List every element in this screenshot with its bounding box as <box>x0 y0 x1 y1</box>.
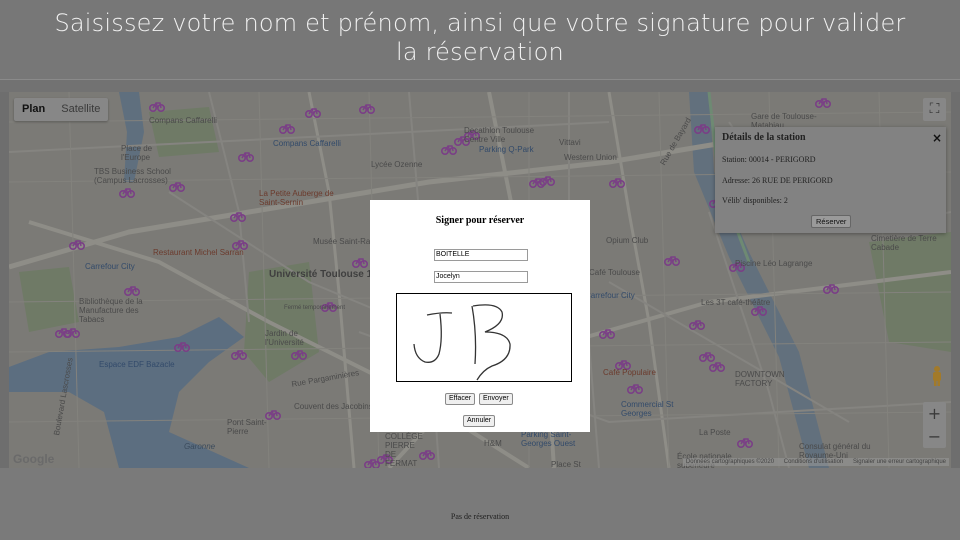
map-label-cafe-populaire: Café Populaire <box>603 368 656 377</box>
map-label-hm: H&M <box>484 439 502 448</box>
map-type-plan-button[interactable]: Plan <box>14 98 53 121</box>
bike-marker-icon[interactable] <box>119 186 135 198</box>
bike-marker-icon[interactable] <box>230 210 246 222</box>
bike-marker-icon[interactable] <box>238 150 254 162</box>
google-logo: Google <box>13 452 55 466</box>
page-header: Saisissez votre nom et prénom, ainsi que… <box>0 0 960 80</box>
map-label-cimetiere: Cimetière de Terre Cabade <box>871 234 937 252</box>
bike-marker-icon[interactable] <box>305 106 321 118</box>
bike-marker-icon[interactable] <box>689 318 705 330</box>
bike-marker-icon[interactable] <box>823 282 839 294</box>
map-label-carrefour-1: Carrefour City <box>85 262 135 271</box>
pegman-icon[interactable] <box>930 365 944 387</box>
send-button[interactable]: Envoyer <box>479 393 513 405</box>
fullscreen-icon: ⛶ <box>929 101 940 117</box>
bike-marker-icon[interactable] <box>664 254 680 266</box>
modal-title: Signer pour réserver <box>435 215 525 226</box>
map-label-opium: Opium Club <box>606 236 649 245</box>
map-label-biblio: Bibliothèque de la Manufacture des Tabac… <box>79 297 143 324</box>
signature-drawing <box>413 304 511 381</box>
bike-marker-icon[interactable] <box>352 256 368 268</box>
station-name: Station: 00014 - PERIGORD <box>722 155 816 164</box>
map-label-pont: Pont Saint-Pierre <box>227 418 267 436</box>
close-icon[interactable]: × <box>932 131 942 145</box>
map-label-downtown: DOWNTOWN FACTORY <box>735 370 785 388</box>
bike-marker-icon[interactable] <box>124 284 140 296</box>
first-name-input[interactable]: Jocelyn <box>434 271 528 283</box>
station-available-bikes: Vélib' disponibles: 2 <box>722 196 788 205</box>
station-address: Adresse: 26 RUE DE PERIGORD <box>722 176 833 185</box>
map-label-place: Place St <box>551 460 581 468</box>
map-label-parking: Parking Q-Park <box>479 145 534 154</box>
map-type-satellite-button[interactable]: Satellite <box>53 98 108 121</box>
map-label-3t: Les 3T café-théâtre <box>701 298 771 307</box>
bike-marker-icon[interactable] <box>737 436 753 448</box>
station-details-title: Détails de la station <box>722 132 806 143</box>
map-label-tbs: TBS Business School (Campus Lacrosses) <box>94 167 171 185</box>
map-label-vittavi: Vittavi <box>559 138 581 147</box>
attribution-report-link[interactable]: Signaler une erreur cartographique <box>853 459 946 465</box>
station-details-panel: Détails de la station × Station: 00014 -… <box>715 127 946 233</box>
map-label-petite-auberge: La Petite Auberge de Saint-Sernin <box>259 189 334 207</box>
bike-marker-icon[interactable] <box>291 348 307 360</box>
attribution-terms-link[interactable]: Conditions d'utilisation <box>784 459 844 465</box>
spacer <box>0 80 960 92</box>
page-title: Saisissez votre nom et prénom, ainsi que… <box>54 9 906 66</box>
bike-marker-icon[interactable] <box>694 122 710 134</box>
map-label-decathlon: Decathlon Toulouse Centre Ville <box>464 126 535 144</box>
map-label-commercial: Commercial St Georges <box>621 400 674 418</box>
bike-marker-icon[interactable] <box>609 176 625 188</box>
zoom-out-button[interactable]: − <box>923 425 946 448</box>
map-label-jardin: Jardin de l'Université <box>265 329 304 347</box>
map-label-western: Western Union <box>564 153 617 162</box>
map-label-carrefour-2: Carrefour City <box>585 291 635 300</box>
reservation-status: Pas de réservation <box>450 512 510 521</box>
bike-marker-icon[interactable] <box>529 176 545 188</box>
signature-modal: Signer pour réserver BOITELLE Jocelyn Ef… <box>370 200 590 432</box>
bike-marker-icon[interactable] <box>815 96 831 108</box>
cancel-button[interactable]: Annuler <box>463 415 496 427</box>
zoom-in-button[interactable]: + <box>923 402 946 425</box>
map-attribution: Données cartographiques ©2020 Conditions… <box>682 458 949 466</box>
map-label-couvent: Couvent des Jacobins <box>294 402 373 411</box>
map-label-europe: Place de l'Europe <box>121 144 153 162</box>
map-label-espace: Espace EDF Bazacle <box>99 360 175 369</box>
map-label-lagrange: Piscine Léo Lagrange <box>735 259 813 268</box>
map-label-compans-2: Compans Caffarelli <box>149 116 217 125</box>
map-label-poste: La Poste <box>699 428 731 437</box>
footer: Pas de réservation <box>0 468 960 540</box>
bike-marker-icon[interactable] <box>174 340 190 352</box>
last-name-input[interactable]: BOITELLE <box>434 249 528 261</box>
map-label-compans: Compans Caffarelli <box>273 139 341 148</box>
clear-signature-button[interactable]: Effacer <box>445 393 476 405</box>
bike-marker-icon[interactable] <box>55 326 71 338</box>
fullscreen-button[interactable]: ⛶ <box>923 98 946 121</box>
map-label-capitole-status: Fermé temporairement <box>284 305 346 311</box>
signature-canvas[interactable] <box>396 293 572 382</box>
map-label-lycee: Lycée Ozenne <box>371 160 423 169</box>
bike-marker-icon[interactable] <box>599 327 615 339</box>
reserve-button[interactable]: Réserver <box>811 215 852 228</box>
map-label-college: COLLÈGE PIERRE DE FERMAT <box>385 432 423 468</box>
map-label-saint-georges: Parking Saint-Georges Ouest <box>521 430 576 448</box>
map-label-garonne: Garonne <box>184 442 216 451</box>
zoom-control: + − <box>923 402 946 448</box>
map-type-control: Plan Satellite <box>14 98 109 121</box>
bike-marker-icon[interactable] <box>149 100 165 112</box>
bike-marker-icon[interactable] <box>69 238 85 250</box>
bike-marker-icon[interactable] <box>359 102 375 114</box>
map-label-cafe-toulouse: Café Toulouse <box>589 268 640 277</box>
bike-marker-icon[interactable] <box>279 122 295 134</box>
bike-marker-icon[interactable] <box>627 382 643 394</box>
map-label-restaurant: Restaurant Michel Sarran <box>153 248 244 257</box>
bike-marker-icon[interactable] <box>231 348 247 360</box>
attribution-data: Données cartographiques ©2020 <box>685 459 775 465</box>
bike-marker-icon[interactable] <box>709 360 725 372</box>
